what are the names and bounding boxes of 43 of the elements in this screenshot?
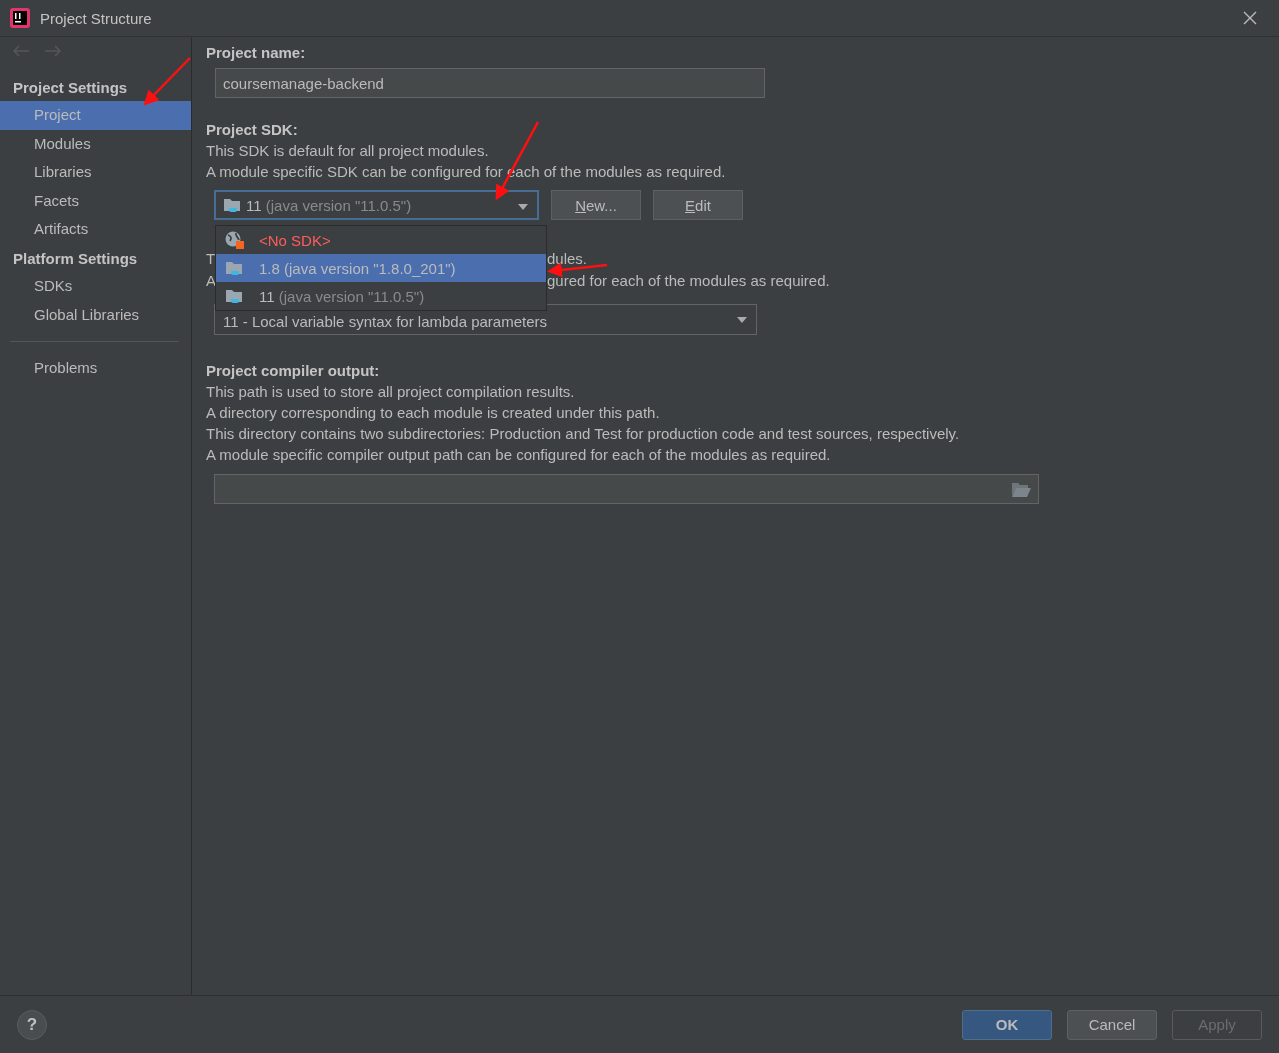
sidebar-item[interactable]: Global Libraries bbox=[0, 300, 191, 330]
sdk-dropdown[interactable]: 11 (java version "11.0.5") bbox=[214, 190, 539, 220]
description-text: A bbox=[206, 272, 216, 289]
caret-icon bbox=[737, 317, 747, 323]
field-label: Project name: bbox=[206, 43, 307, 63]
dialog-button[interactable]: OK bbox=[962, 1009, 1052, 1040]
jdk-folder-icon bbox=[225, 260, 245, 276]
globe-icon bbox=[225, 231, 245, 249]
description-text: This directory contains two subdirectories: Production and Test for production code and test sources, respectively. bbox=[206, 424, 961, 444]
back-arrow-icon[interactable] bbox=[12, 45, 30, 57]
close-icon[interactable] bbox=[1243, 11, 1257, 25]
sidebar-item[interactable]: Facets bbox=[0, 186, 191, 216]
field-label: Project SDK: bbox=[206, 120, 299, 140]
sidebar-heading: Platform Settings bbox=[13, 248, 138, 269]
description-text: A module specific compiler output path can be configured for each of the modules as required. bbox=[206, 445, 832, 465]
jdk-folder-icon bbox=[224, 197, 242, 213]
sidebar-item[interactable]: SDKs bbox=[0, 271, 191, 301]
jdk-folder-icon bbox=[225, 288, 245, 304]
sdk-button[interactable]: New... bbox=[551, 190, 641, 220]
description-text: This SDK is default for all project modules. bbox=[206, 141, 490, 161]
annotation-arrow bbox=[143, 57, 191, 106]
folder-icon[interactable] bbox=[1012, 481, 1031, 497]
app-logo-icon bbox=[10, 8, 30, 28]
description-text: dules. bbox=[547, 249, 588, 269]
description-text: gured for each of the modules as required. bbox=[547, 271, 830, 291]
sdk-button[interactable]: Edit bbox=[653, 190, 743, 220]
output-path-field[interactable] bbox=[214, 474, 1039, 504]
sidebar-item[interactable]: Modules bbox=[0, 129, 191, 159]
sidebar-item[interactable]: Libraries bbox=[0, 158, 191, 187]
help-button[interactable]: ? bbox=[17, 1009, 47, 1040]
description-text: A directory corresponding to each module is created under this path. bbox=[206, 403, 661, 423]
description-text: T bbox=[206, 250, 216, 267]
sidebar-item[interactable]: Problems bbox=[0, 354, 191, 383]
field-label: Project compiler output: bbox=[206, 361, 381, 381]
sdk-option[interactable]: <No SDK> bbox=[216, 226, 546, 254]
sidebar-item[interactable]: Artifacts bbox=[0, 215, 191, 244]
project-name-field[interactable]: coursemanage-backend bbox=[215, 68, 765, 98]
description-text: This path is used to store all project compilation results. bbox=[206, 382, 576, 402]
sidebar-heading: Project Settings bbox=[13, 78, 128, 98]
forward-arrow-icon[interactable] bbox=[44, 45, 62, 57]
dialog-button[interactable]: Cancel bbox=[1067, 1009, 1157, 1040]
caret-icon bbox=[518, 204, 528, 210]
window-title: Project Structure bbox=[40, 9, 153, 27]
